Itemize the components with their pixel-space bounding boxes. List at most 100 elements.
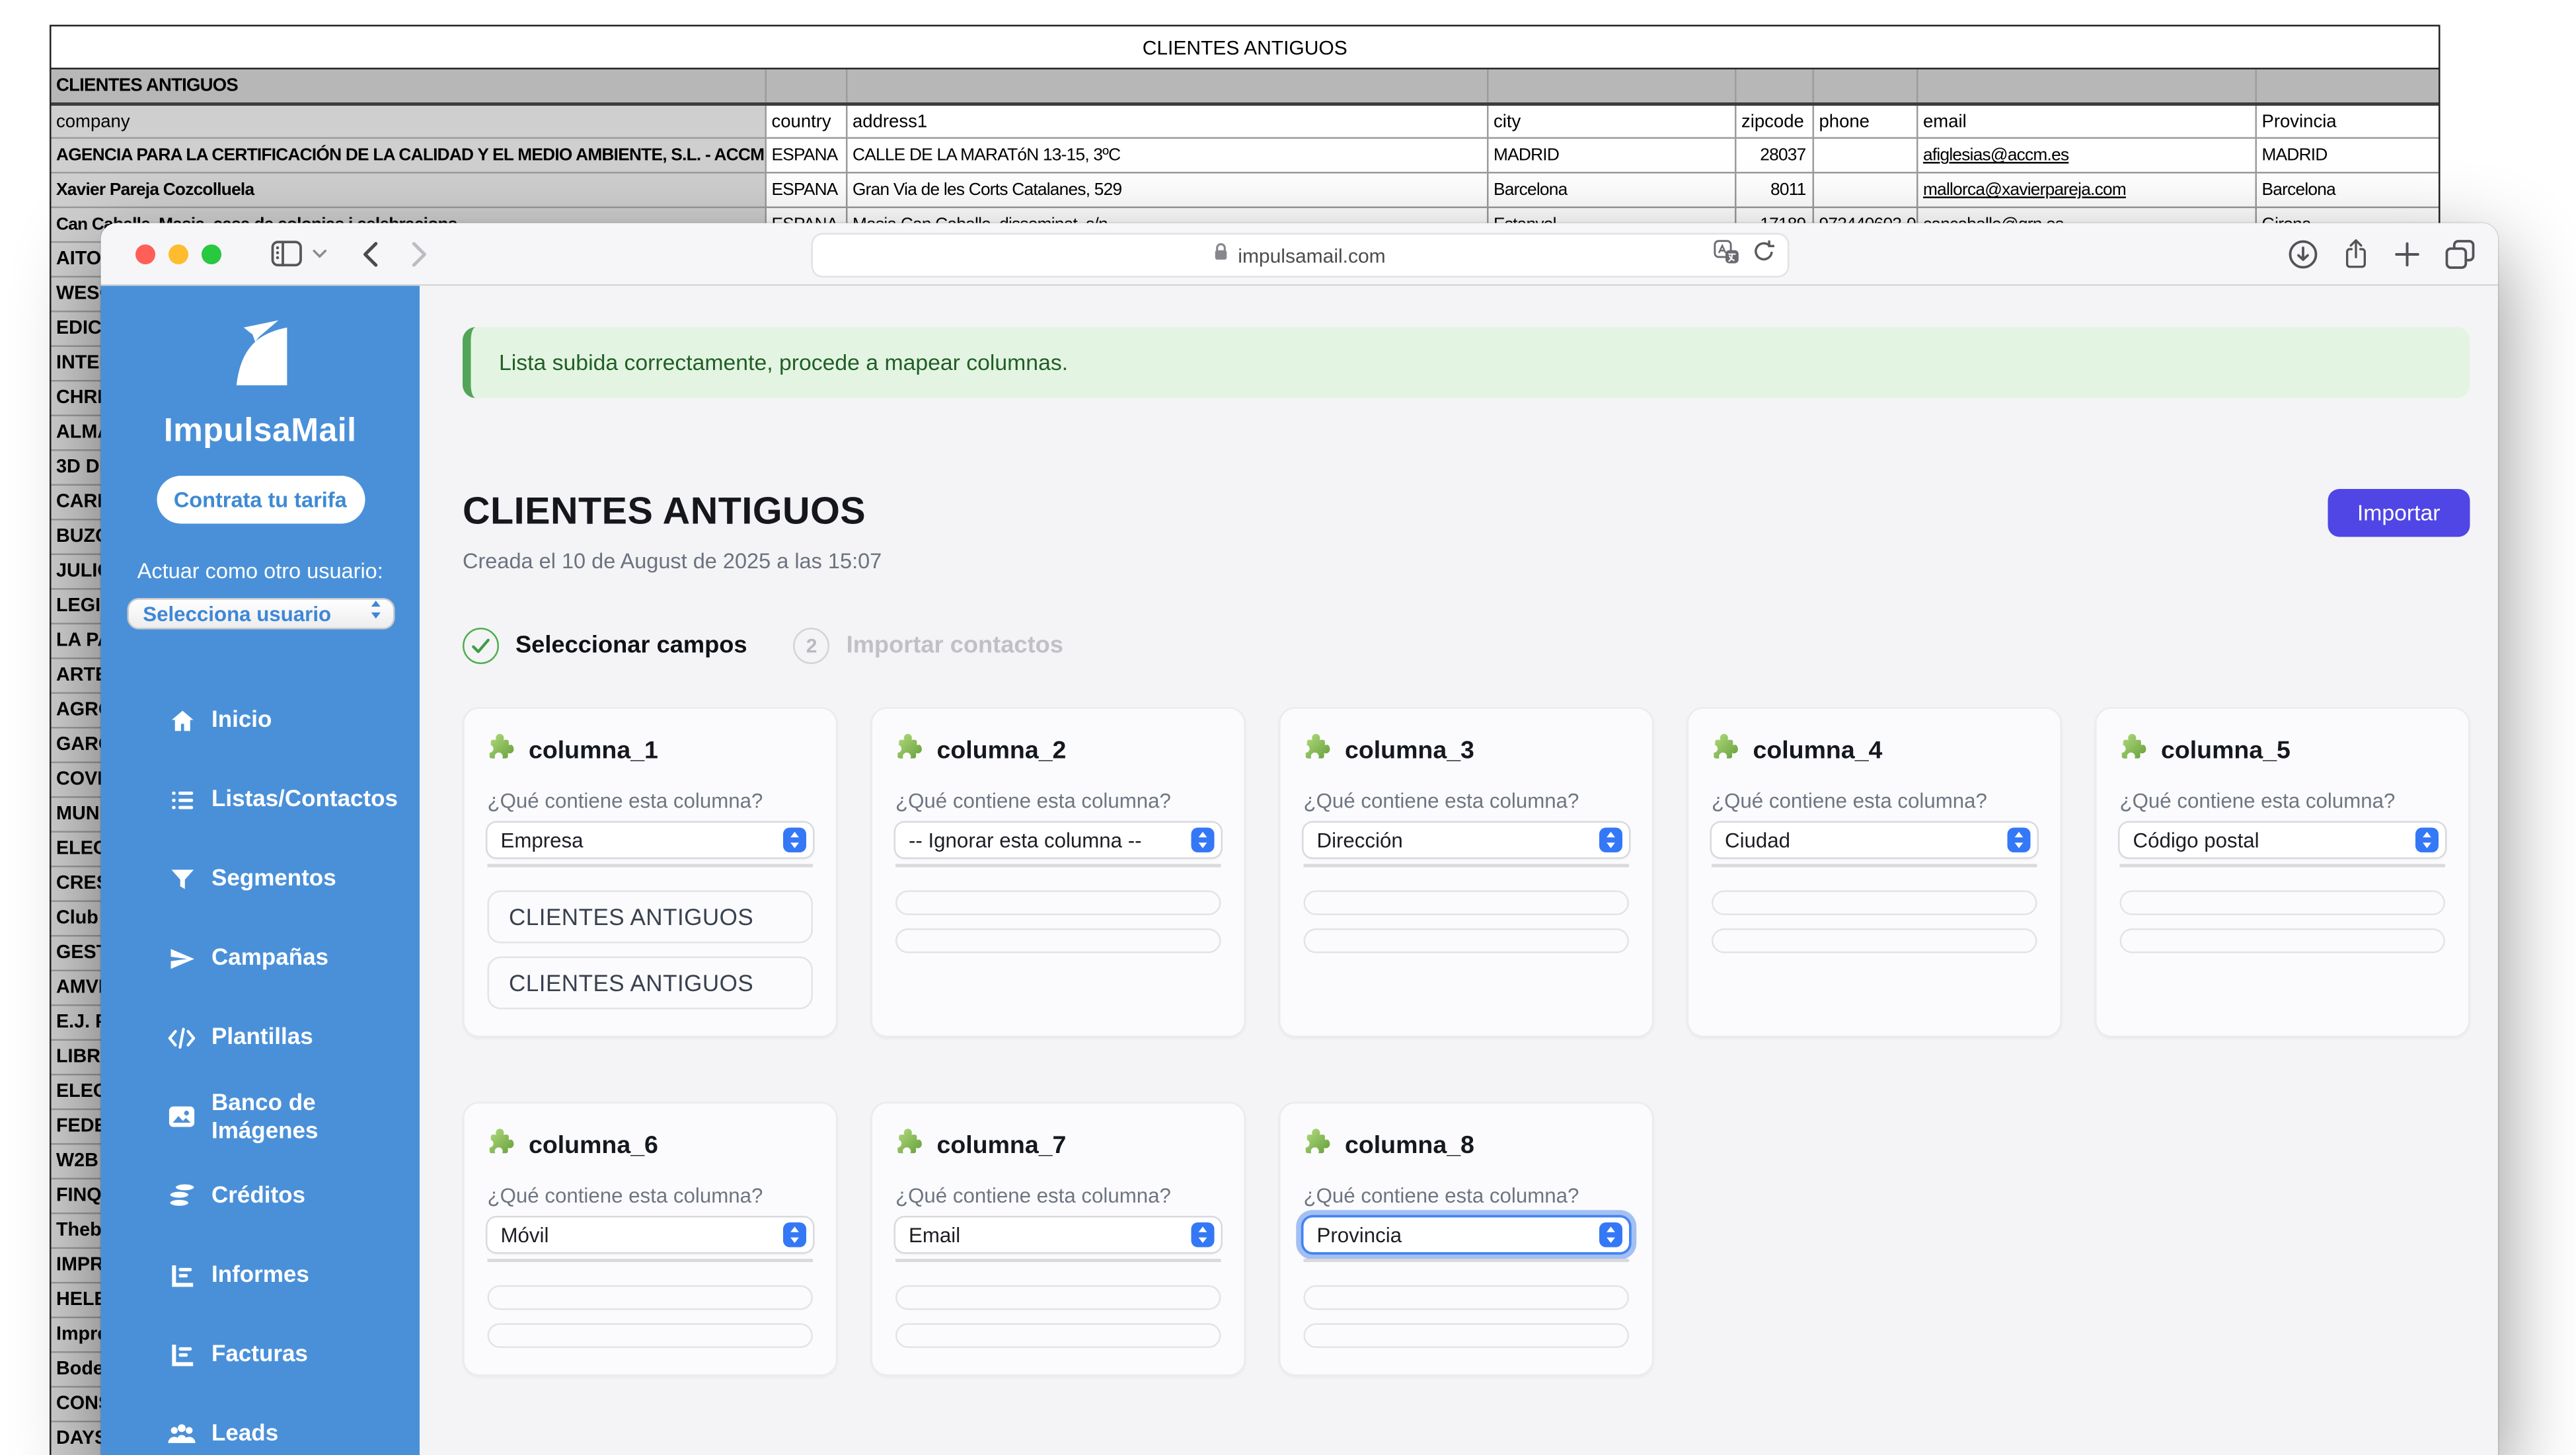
column-card: columna_8 ¿Qué contiene esta columna? Pr…	[1279, 1102, 1654, 1376]
puzzle-icon	[2120, 732, 2148, 768]
column-card: columna_1 ¿Qué contiene esta columna? Em…	[463, 707, 838, 1037]
download-icon[interactable]	[2289, 239, 2318, 268]
sample-value	[895, 1285, 1221, 1310]
sidebar-nav-item[interactable]: Plantillas	[101, 998, 420, 1077]
step-number-badge: 2	[794, 628, 830, 664]
impersonate-label: Actuar como otro usuario:	[101, 558, 420, 583]
page-subtitle: Creada el 10 de August de 2025 a las 15:…	[463, 548, 882, 574]
new-tab-icon[interactable]	[2394, 241, 2421, 267]
sample-value	[895, 1324, 1221, 1349]
sheet-band-row: CLIENTES ANTIGUOS	[52, 69, 2439, 106]
select-stepper-icon	[1599, 1222, 1622, 1248]
cell-provincia: MADRID	[2257, 139, 2439, 172]
column-question: ¿Qué contiene esta columna?	[488, 790, 814, 813]
contract-plan-button[interactable]: Contrata tu tarifa	[156, 476, 364, 524]
column-question: ¿Qué contiene esta columna?	[488, 1185, 814, 1208]
import-button[interactable]: Importar	[2328, 489, 2470, 537]
column-type-select[interactable]: Email	[895, 1218, 1221, 1253]
select-stepper-icon	[1599, 828, 1622, 853]
cell-city: Barcelona	[1489, 174, 1737, 207]
user-select[interactable]: Selecciona usuario	[126, 598, 394, 630]
column-header: zipcode	[1737, 106, 1815, 137]
chevron-down-icon[interactable]	[313, 248, 328, 258]
success-alert: Lista subida correctamente, procede a ma…	[463, 327, 2470, 398]
sidebar-nav-item[interactable]: Listas/Contactos	[101, 760, 420, 839]
puzzle-icon	[488, 1127, 516, 1163]
sidebar-nav-item[interactable]: Facturas	[101, 1315, 420, 1394]
puzzle-icon	[895, 1127, 924, 1163]
column-name: columna_6	[529, 1131, 658, 1159]
close-button[interactable]	[135, 244, 155, 264]
column-type-select[interactable]: Empresa	[488, 823, 814, 858]
sidebar-nav-item[interactable]: Inicio	[101, 681, 420, 760]
select-arrows-icon	[367, 598, 383, 630]
list-icon	[167, 785, 197, 815]
chart-icon	[167, 1261, 197, 1290]
cell-phone	[1814, 174, 1918, 207]
column-header: phone	[1814, 106, 1918, 137]
column-card: columna_6 ¿Qué contiene esta columna? Mó…	[463, 1102, 838, 1376]
window-controls	[135, 244, 221, 264]
sidebar-nav: Inicio Listas/Contactos Segmentos	[101, 681, 420, 1455]
sheet-title: CLIENTES ANTIGUOS	[52, 26, 2439, 69]
column-question: ¿Qué contiene esta columna?	[1304, 790, 1630, 813]
puzzle-icon	[895, 732, 924, 768]
sample-value	[2120, 891, 2446, 916]
column-header: company	[52, 106, 767, 137]
sidebar-nav-item[interactable]: Créditos	[101, 1156, 420, 1236]
sidebar-item-label: Informes	[211, 1261, 406, 1290]
cell-email: mallorca@xavierpareja.com	[1918, 174, 2257, 207]
cell-address1: CALLE DE LA MARATóN 13-15, 3ºC	[848, 139, 1489, 172]
forward-icon[interactable]	[412, 241, 428, 267]
sidebar-item-label: Listas/Contactos	[211, 785, 406, 814]
code-icon	[167, 1023, 197, 1053]
sidebar-nav-item[interactable]: Banco de Imágenes	[101, 1077, 420, 1156]
sidebar-item-label: Leads	[211, 1419, 406, 1448]
sidebar-nav-item[interactable]: Segmentos	[101, 839, 420, 918]
screen: CLIENTES ANTIGUOS CLIENTES ANTIGUOS comp…	[0, 0, 2576, 1455]
column-type-select[interactable]: -- Ignorar esta columna --	[895, 823, 1221, 858]
share-icon[interactable]	[2343, 238, 2369, 270]
zoom-button[interactable]	[202, 244, 221, 264]
brand-name: ImpulsaMail	[101, 413, 420, 451]
app-sidebar: ImpulsaMail Contrata tu tarifa Actuar co…	[101, 286, 420, 1455]
cell-provincia: Barcelona	[2257, 174, 2439, 207]
column-header: Provincia	[2257, 106, 2439, 137]
reload-icon[interactable]	[1752, 240, 1774, 272]
sample-value	[488, 1285, 814, 1310]
column-type-value: Ciudad	[1725, 829, 2008, 852]
chart-icon	[167, 1340, 197, 1370]
address-bar[interactable]: impulsamail.com	[810, 233, 1788, 278]
translate-icon[interactable]	[1712, 239, 1739, 272]
sample-value	[1304, 1324, 1630, 1349]
column-type-select[interactable]: Móvil	[488, 1218, 814, 1253]
sample-value	[1304, 891, 1630, 916]
sidebar-item-label: Banco de Imágenes	[211, 1088, 406, 1146]
column-type-select[interactable]: Dirección	[1304, 823, 1630, 858]
sidebar-nav-item[interactable]: Informes	[101, 1236, 420, 1315]
coins-icon	[167, 1181, 197, 1211]
users-icon	[167, 1419, 197, 1449]
tabs-icon[interactable]	[2445, 239, 2475, 268]
column-type-value: Dirección	[1317, 829, 1600, 852]
column-type-select[interactable]: Código postal	[2120, 823, 2446, 858]
sample-value	[1712, 891, 2037, 916]
column-header: country	[767, 106, 848, 137]
column-header: city	[1489, 106, 1737, 137]
minimize-button[interactable]	[169, 244, 188, 264]
select-stepper-icon	[2008, 828, 2031, 853]
column-card: columna_4 ¿Qué contiene esta columna? Ci…	[1687, 707, 2063, 1037]
sample-value	[488, 1324, 814, 1349]
cell-address1: Gran Via de les Corts Catalanes, 529	[848, 174, 1489, 207]
sidebar-nav-item[interactable]: Campañas	[101, 918, 420, 998]
main-content: Lista subida correctamente, procede a ma…	[420, 286, 2498, 1455]
column-type-select[interactable]: Provincia	[1304, 1218, 1630, 1253]
sidebar-nav-item[interactable]: Leads	[101, 1394, 420, 1455]
sidebar-item-label: Inicio	[211, 706, 406, 735]
column-name: columna_3	[1345, 736, 1474, 765]
column-type-select[interactable]: Ciudad	[1712, 823, 2037, 858]
sidebar-icon[interactable]	[271, 240, 303, 268]
back-icon[interactable]	[362, 241, 379, 267]
sample-value	[1304, 928, 1630, 953]
step-label-select-fields: Seleccionar campos	[515, 633, 747, 659]
